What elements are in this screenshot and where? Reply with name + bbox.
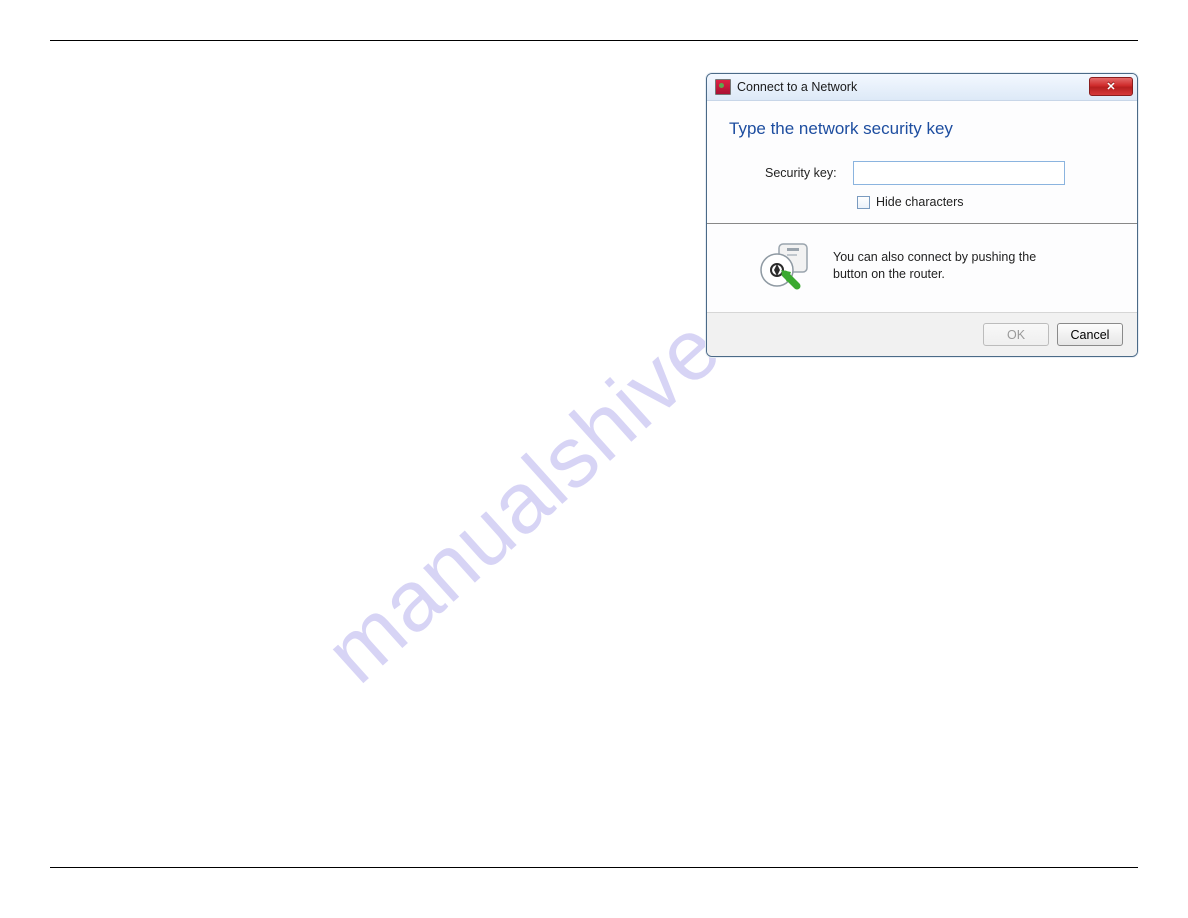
close-button[interactable]: ✕ [1089,77,1133,96]
app-icon [715,79,731,95]
dialog-heading: Type the network security key [729,119,1115,139]
wps-hint-text: You can also connect by pushing the butt… [833,249,1036,283]
dialog-titlebar: Connect to a Network ✕ [707,74,1137,101]
security-key-row: Security key: [765,161,1115,185]
hide-characters-row: Hide characters [857,195,1115,209]
connect-network-dialog: Connect to a Network ✕ Type the network … [706,73,1138,357]
dialog-button-bar: OK Cancel [707,312,1137,356]
close-icon: ✕ [1106,80,1115,93]
ok-button-label: OK [1007,328,1025,342]
top-divider [50,40,1138,41]
security-key-input[interactable] [853,161,1065,185]
wps-hint-row: You can also connect by pushing the butt… [729,224,1115,312]
router-wps-icon [757,238,819,294]
dialog-body: Type the network security key Security k… [707,101,1137,312]
hide-characters-label: Hide characters [876,195,964,209]
bottom-divider [50,867,1138,868]
document-page: manualshive.com Connect to a Network ✕ T… [50,40,1138,868]
security-key-label: Security key: [765,166,843,180]
cancel-button-label: Cancel [1071,328,1110,342]
cancel-button[interactable]: Cancel [1057,323,1123,346]
hide-characters-checkbox[interactable] [857,196,870,209]
dialog-title: Connect to a Network [737,80,857,94]
ok-button[interactable]: OK [983,323,1049,346]
hint-line-2: button on the router. [833,267,945,281]
hint-line-1: You can also connect by pushing the [833,250,1036,264]
